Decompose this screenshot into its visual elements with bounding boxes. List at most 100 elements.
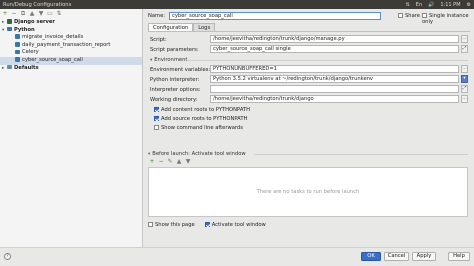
add-source-roots-label: Add source roots to PYTHONPATH xyxy=(161,116,248,122)
share-checkbox[interactable]: Share xyxy=(398,13,420,19)
working-dir-label: Working directory: xyxy=(150,96,198,103)
env-vars-input[interactable]: PYTHONUNBUFFERED=1 xyxy=(210,65,459,73)
settings-icon[interactable]: ⚙ xyxy=(467,2,471,8)
add-source-roots-checkbox-box[interactable] xyxy=(154,116,159,121)
django-icon xyxy=(7,19,12,24)
interpreter-row: Python interpreter: Python 3.5.2 virtual… xyxy=(150,75,470,83)
expand-options-button[interactable]: ⤢ xyxy=(461,85,468,93)
name-row: Name: cyber_source_soap_call Share Singl… xyxy=(148,12,474,25)
configurations-tree: ▸ Django server ▾ Python migrate_invoice_det… xyxy=(0,19,142,72)
interp-options-row: Interpreter options: ⤢ xyxy=(150,85,470,93)
name-input[interactable]: cyber_source_soap_call xyxy=(169,12,381,20)
show-this-page-checkbox[interactable]: Show this page xyxy=(148,222,195,228)
tab-configuration[interactable]: Configuration xyxy=(148,23,194,31)
keyboard-layout-indicator[interactable]: En xyxy=(416,2,422,8)
add-task-icon[interactable]: + xyxy=(149,159,155,165)
python-icon xyxy=(7,26,12,32)
sort-icon[interactable]: ⇅ xyxy=(56,10,62,17)
tree-item[interactable]: cyber_source_soap_call xyxy=(0,56,142,65)
edit-task-icon[interactable]: ✎ xyxy=(167,159,173,165)
python-icon xyxy=(15,49,20,55)
config-tabs: Configuration Logs xyxy=(148,23,216,31)
tree-item[interactable]: migrate_invoice_details xyxy=(0,34,142,42)
cancel-button[interactable]: Cancel xyxy=(384,252,409,261)
configuration-tab-panel: Script: /home/jeevitha/redington/trunk/d… xyxy=(148,31,470,153)
add-source-roots-checkbox[interactable]: Add source roots to PYTHONPATH xyxy=(154,116,247,123)
interp-options-label: Interpreter options: xyxy=(150,86,201,93)
tab-logs[interactable]: Logs xyxy=(193,23,216,31)
script-params-row: Script parameters: cyber_source_soap_cal… xyxy=(150,45,470,53)
tree-item[interactable]: daily_payment_transaction_report xyxy=(0,42,142,50)
interp-options-input[interactable] xyxy=(210,85,459,93)
browse-working-dir-button[interactable]: … xyxy=(461,95,468,103)
clock[interactable]: 1:11 PM xyxy=(440,2,460,8)
ok-button[interactable]: OK xyxy=(361,252,381,261)
add-icon[interactable]: + xyxy=(2,10,8,17)
tree-item-label: cyber_source_soap_call xyxy=(22,56,83,63)
remove-icon[interactable]: − xyxy=(11,10,17,17)
environment-section[interactable]: ▾ Environment xyxy=(150,57,187,63)
volume-icon[interactable]: 🔊 xyxy=(428,2,434,8)
edit-env-vars-button[interactable]: … xyxy=(461,65,468,73)
activate-tool-window-checkbox[interactable]: Activate tool window xyxy=(204,222,266,228)
tree-item-label: migrate_invoice_details xyxy=(22,34,84,41)
show-this-page-label: Show this page xyxy=(155,222,195,228)
script-label: Script: xyxy=(150,36,167,43)
single-instance-label: Single instance only xyxy=(422,13,469,25)
browse-script-button[interactable]: … xyxy=(461,35,468,43)
single-instance-checkbox[interactable]: Single instance only xyxy=(422,13,474,25)
interpreter-select[interactable]: Python 3.5.2 virtualenv at ~/redington/t… xyxy=(210,75,459,83)
python-icon xyxy=(15,34,20,39)
python-icon xyxy=(15,42,20,47)
show-cmd-line-label: Show command line afterwards xyxy=(161,125,243,131)
activate-tool-window-checkbox-box[interactable] xyxy=(204,222,210,227)
show-this-page-checkbox-box[interactable] xyxy=(148,222,153,227)
script-params-input[interactable]: cyber_source_soap_call single xyxy=(210,45,459,53)
share-checkbox-box[interactable] xyxy=(398,13,403,18)
copy-icon[interactable]: ⧉ xyxy=(20,10,26,17)
show-cmd-line-checkbox-box[interactable] xyxy=(154,125,159,130)
expand-params-button[interactable]: ⤢ xyxy=(461,45,468,53)
interpreter-label: Python interpreter: xyxy=(150,76,200,83)
share-label: Share xyxy=(405,13,420,19)
working-dir-row: Working directory: /home/jeevitha/reding… xyxy=(150,95,470,103)
network-icon[interactable]: ⇅ xyxy=(406,2,410,8)
show-cmd-line-checkbox[interactable]: Show command line afterwards xyxy=(154,125,243,132)
before-launch-divider xyxy=(254,154,468,155)
name-label: Name: xyxy=(148,13,166,19)
python-icon xyxy=(15,57,20,62)
env-vars-label: Environment variables: xyxy=(150,66,211,73)
before-launch-section[interactable]: ▾ Before launch: Activate tool window xyxy=(148,151,246,157)
tree-item[interactable]: Celery xyxy=(0,49,142,57)
help-button[interactable]: Help xyxy=(448,252,470,261)
folder-icon[interactable]: ▭ xyxy=(47,10,53,17)
add-content-roots-checkbox-box[interactable] xyxy=(154,107,159,112)
add-content-roots-checkbox[interactable]: Add content roots to PYTHONPATH xyxy=(154,107,250,114)
chevron-down-icon[interactable]: ▾ xyxy=(461,75,468,83)
up-icon[interactable]: ▲ xyxy=(29,10,35,17)
window-titlebar: Run/Debug Configurations ⇅ En 🔊 1:11 PM … xyxy=(0,0,474,9)
move-task-up-icon[interactable]: ▲ xyxy=(176,159,182,165)
tree-item[interactable]: ▸ Django server xyxy=(0,19,142,27)
tree-item[interactable]: ▾ Python xyxy=(0,27,142,35)
sidebar-toolbar: + − ⧉ ▲ ▼ ▭ ⇅ xyxy=(0,9,142,18)
tree-item-label: daily_payment_transaction_report xyxy=(22,41,111,48)
script-input[interactable]: /home/jeevitha/redington/trunk/django/ma… xyxy=(210,35,459,43)
single-instance-checkbox-box[interactable] xyxy=(422,13,427,18)
script-params-label: Script parameters: xyxy=(150,46,199,53)
down-icon[interactable]: ▼ xyxy=(38,10,44,17)
before-launch-task-list[interactable]: There are no tasks to run before launch xyxy=(148,167,468,217)
tree-item-label: Celery xyxy=(22,49,39,56)
environment-divider xyxy=(188,60,468,61)
env-vars-row: Environment variables: PYTHONUNBUFFERED=… xyxy=(150,65,470,73)
help-icon[interactable]: ? xyxy=(4,253,11,260)
collapse-arrow-icon: ▾ xyxy=(148,152,151,157)
script-row: Script: /home/jeevitha/redington/trunk/d… xyxy=(150,35,470,43)
configuration-panel: Name: cyber_source_soap_call Share Singl… xyxy=(144,9,474,257)
dialog-footer: ? OK Cancel Apply Help xyxy=(0,247,474,266)
apply-button[interactable]: Apply xyxy=(412,252,436,261)
tree-item[interactable]: ▸ Defaults xyxy=(0,65,142,73)
remove-task-icon[interactable]: − xyxy=(158,159,164,165)
working-dir-input[interactable]: /home/jeevitha/redington/trunk/django xyxy=(210,95,459,103)
move-task-down-icon[interactable]: ▼ xyxy=(185,159,191,165)
